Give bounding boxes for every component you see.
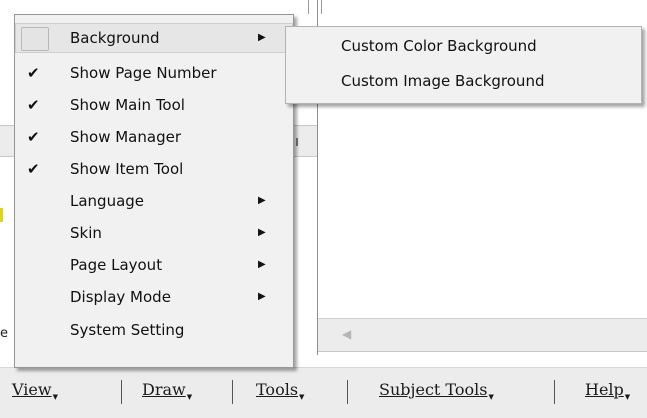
menu-item-label: Language (70, 192, 145, 210)
menu-item-label: Show Page Number (70, 64, 217, 82)
menu-view[interactable]: View▼ (12, 380, 58, 401)
dropdown-triangle-icon: ▼ (299, 393, 305, 401)
menu-item-show-item-tool[interactable]: ✔ Show Item Tool (15, 154, 293, 184)
view-menu: Background ▶ ✔ Show Page Number ✔ Show M… (14, 14, 294, 368)
menu-item-system-setting[interactable]: System Setting (15, 315, 293, 345)
menu-item-show-page-number[interactable]: ✔ Show Page Number (15, 58, 293, 88)
partial-text: e (0, 326, 8, 341)
yellow-marker (0, 208, 3, 222)
dropdown-triangle-icon: ▼ (52, 393, 58, 401)
menu-bar: View▼ Draw▼ Tools▼ Subject Tools▼ Help▼ (0, 367, 647, 418)
menu-item-show-manager[interactable]: ✔ Show Manager (15, 122, 293, 152)
check-icon: ✔ (27, 64, 40, 82)
horizontal-scrollbar[interactable]: ◀ (318, 318, 647, 352)
menu-help[interactable]: Help▼ (585, 380, 630, 401)
menu-item-page-layout[interactable]: Page Layout ▶ (15, 250, 293, 280)
submenu-item-custom-image-background[interactable]: Custom Image Background (286, 64, 641, 98)
submenu-item-label: Custom Color Background (341, 37, 537, 55)
menu-subject-tools[interactable]: Subject Tools▼ (379, 380, 494, 401)
menu-item-show-main-tool[interactable]: ✔ Show Main Tool (15, 90, 293, 120)
menu-item-label: Show Main Tool (70, 96, 185, 114)
submenu-arrow-icon: ▶ (258, 195, 266, 206)
menu-item-skin[interactable]: Skin ▶ (15, 218, 293, 248)
dropdown-triangle-icon: ▼ (488, 393, 494, 401)
check-icon: ✔ (27, 128, 40, 146)
menu-draw[interactable]: Draw▼ (142, 380, 192, 401)
menu-item-background[interactable]: Background ▶ (15, 23, 293, 53)
menu-item-display-mode[interactable]: Display Mode ▶ (15, 282, 293, 312)
check-icon: ✔ (27, 160, 40, 178)
top-divider-right (321, 0, 322, 14)
dropdown-triangle-icon: ▼ (186, 393, 193, 401)
menu-item-label: Show Item Tool (70, 160, 184, 178)
submenu-arrow-icon: ▶ (258, 259, 266, 270)
submenu-arrow-icon: ▶ (258, 227, 266, 238)
submenu-arrow-icon: ▶ (258, 32, 266, 43)
menu-item-label: Show Manager (70, 128, 181, 146)
menu-tools[interactable]: Tools▼ (256, 380, 304, 401)
menu-icon-placeholder (21, 27, 49, 51)
menu-item-label: Display Mode (70, 288, 171, 306)
menu-item-label: Page Layout (70, 256, 163, 274)
menu-item-label: Skin (70, 224, 102, 242)
menu-separator (121, 380, 122, 404)
background-submenu: Custom Color Background Custom Image Bac… (285, 26, 642, 104)
check-icon: ✔ (27, 96, 40, 114)
dropdown-triangle-icon: ▼ (624, 393, 631, 401)
menu-separator (347, 380, 348, 404)
scroll-left-arrow-icon[interactable]: ◀ (342, 327, 351, 341)
top-divider-left (308, 0, 309, 14)
menu-item-label: System Setting (70, 321, 185, 339)
submenu-item-custom-color-background[interactable]: Custom Color Background (286, 29, 641, 63)
menu-separator (232, 380, 233, 404)
toolbar-separator (296, 138, 298, 146)
submenu-item-label: Custom Image Background (341, 72, 545, 90)
menu-item-label: Background (70, 29, 160, 47)
menu-item-language[interactable]: Language ▶ (15, 186, 293, 216)
submenu-arrow-icon: ▶ (258, 291, 266, 302)
menu-separator (554, 380, 555, 404)
